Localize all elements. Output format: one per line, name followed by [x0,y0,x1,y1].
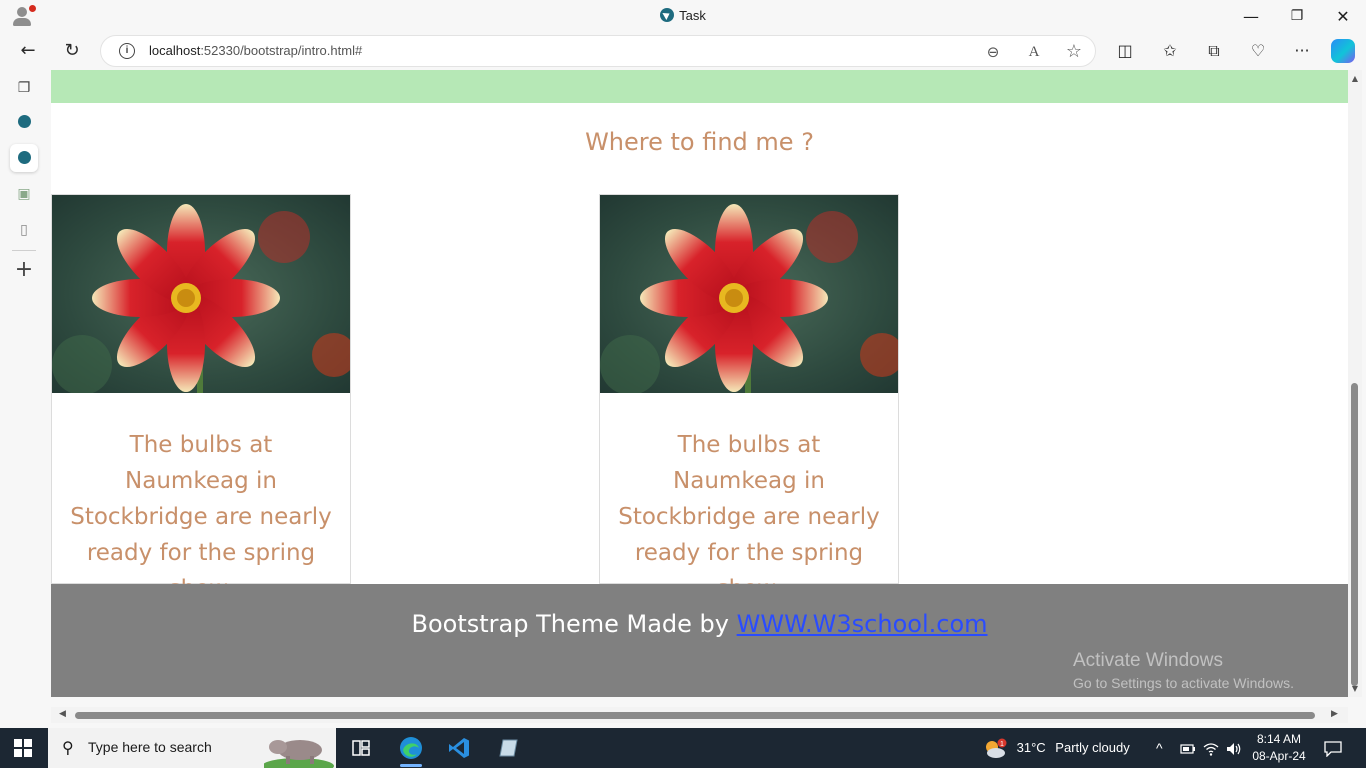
search-highlight-hippo-icon [264,740,334,768]
page-viewport: Where to find me ? The bulbs at Naumkeag… [51,70,1348,697]
activate-windows-watermark: Activate Windows Go to Settings to activ… [1073,650,1294,691]
sidebar-tab-4[interactable]: ▯ [10,216,38,244]
sidebar-divider [12,250,36,251]
vscode-taskbar-icon[interactable] [436,728,482,768]
volume-icon[interactable] [1226,728,1242,768]
sidebar-tab-2-active[interactable] [10,144,38,172]
vertical-scroll-thumb[interactable] [1351,383,1358,686]
watermark-title: Activate Windows [1073,650,1223,671]
clock-date: 08-Apr-24 [1252,749,1306,763]
show-hidden-icons-chevron-icon[interactable]: ^ [1156,728,1163,768]
app-taskbar-icon[interactable] [486,728,532,768]
scroll-down-arrow-icon[interactable]: ▼ [1350,684,1360,693]
card-caption: The bulbs at Naumkeag in Stockbridge are… [618,432,880,602]
browser-toolbar: ← ↻ i localhost:52330/bootstrap/intro.ht… [0,33,1366,70]
notification-center-icon[interactable] [1324,728,1342,768]
footer-prefix: Bootstrap Theme Made by [411,610,737,638]
window-title: Task [0,8,1366,23]
minimize-button[interactable]: — [1228,0,1274,33]
task-view-icon[interactable] [338,728,384,768]
vertical-scrollbar[interactable]: ▲ ▼ [1348,70,1362,697]
vertical-tab-sidebar: ❐ ▣ ▯ + [0,70,48,728]
refresh-button[interactable]: ↻ [56,35,88,67]
scroll-left-arrow-icon[interactable]: ◀ [59,709,66,719]
browser-essentials-icon[interactable]: ♡ [1242,35,1274,67]
search-icon: ⚲ [62,738,74,757]
sidebar-tab-3[interactable]: ▣ [10,180,38,208]
collections-icon[interactable]: ⧉ [1198,35,1230,67]
back-button[interactable]: ← [12,35,44,67]
weather-temp: 31°C [1016,740,1046,755]
weather-icon: 1 [986,738,1007,758]
tab-favicon-icon [17,151,31,164]
search-placeholder: Type here to search [88,739,212,755]
windows-taskbar: ⚲ Type here to search 1 31°C Partly clou… [0,728,1366,768]
footer-text: Bootstrap Theme Made by WWW.W3school.com [51,610,1348,638]
flower-card-1: The bulbs at Naumkeag in Stockbridge are… [51,194,351,602]
start-button[interactable] [14,739,32,757]
scroll-up-arrow-icon[interactable]: ▲ [1350,74,1360,83]
weather-desc: Partly cloudy [1055,740,1130,755]
horizontal-scroll-thumb[interactable] [75,712,1315,719]
restore-button[interactable]: ❐ [1274,0,1320,33]
flower-image [52,195,350,393]
clock-time: 8:14 AM [1256,732,1302,746]
copilot-icon[interactable] [1331,39,1355,63]
url-host: localhost [149,43,201,58]
horizontal-scrollbar[interactable]: ◀ ▶ [51,707,1348,723]
scroll-right-arrow-icon[interactable]: ▶ [1331,709,1338,719]
flower-card-2: The bulbs at Naumkeag in Stockbridge are… [599,194,899,602]
taskbar-search-box[interactable]: ⚲ Type here to search [48,728,336,768]
footer-link[interactable]: WWW.W3school.com [737,610,988,638]
new-tab-button[interactable]: + [10,256,38,284]
add-favorite-icon[interactable]: ☆ [1062,40,1086,64]
more-menu-icon[interactable]: ··· [1286,35,1318,67]
weather-badge: 1 [1000,741,1004,748]
zoom-out-icon[interactable]: ⊖ [981,40,1005,64]
watermark-subtitle: Go to Settings to activate Windows. [1073,675,1294,691]
close-button[interactable]: ✕ [1320,0,1366,33]
card-caption: The bulbs at Naumkeag in Stockbridge are… [70,432,332,602]
title-bar: Task — ❐ ✕ [0,0,1366,33]
site-info-icon[interactable]: i [119,43,135,59]
url-text[interactable]: localhost:52330/bootstrap/intro.html# [149,43,362,58]
sidebar-tab-1[interactable] [10,108,38,136]
network-icon[interactable] [1203,728,1219,768]
tab-favicon-icon [17,115,31,128]
tab-favicon-icon [660,8,675,22]
page-heading: Where to find me ? [585,128,814,156]
tab-actions-icon[interactable]: ❐ [10,74,38,102]
system-clock[interactable]: 8:14 AM 08-Apr-24 [1244,731,1314,765]
green-banner [51,70,1348,103]
battery-icon[interactable] [1180,728,1196,768]
flower-image [600,195,898,393]
favorites-icon[interactable]: ✩ [1154,35,1186,67]
url-path: :52330/bootstrap/intro.html# [200,43,363,58]
split-screen-icon[interactable]: ◫ [1109,35,1141,67]
address-bar[interactable]: i localhost:52330/bootstrap/intro.html# … [100,35,1096,67]
edge-taskbar-icon[interactable] [388,728,434,768]
window-title-text: Task [679,8,706,23]
read-aloud-icon[interactable]: A [1022,40,1046,64]
weather-widget[interactable]: 1 31°C Partly cloudy [983,728,1130,768]
